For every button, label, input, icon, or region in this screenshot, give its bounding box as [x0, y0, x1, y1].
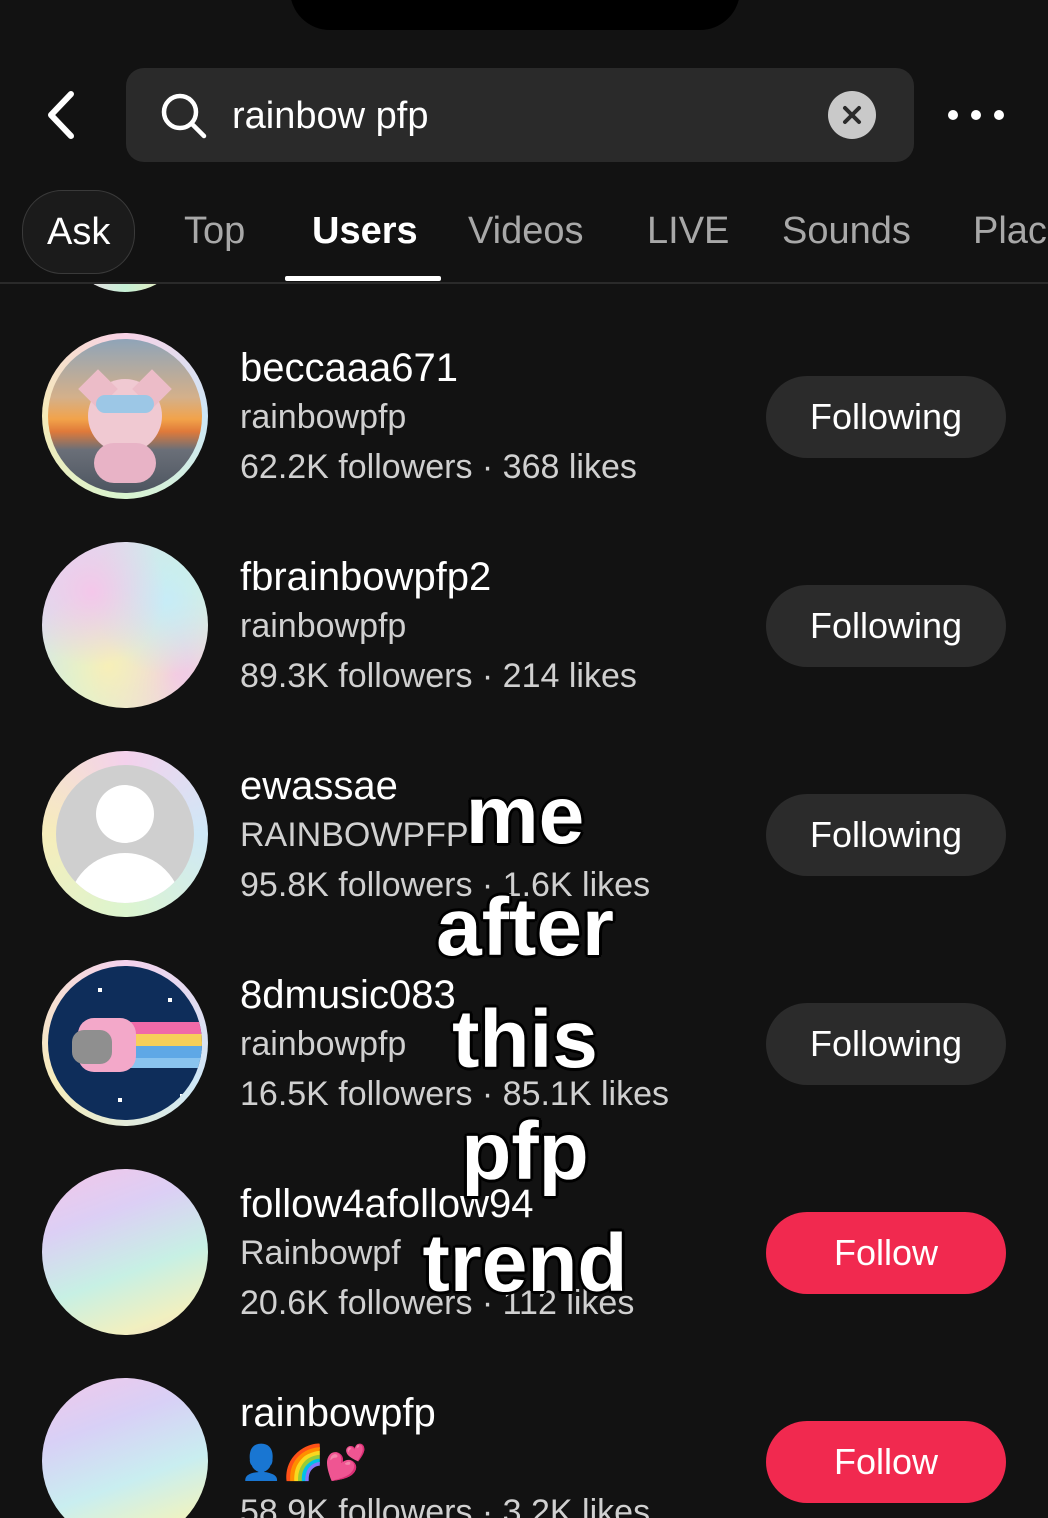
username: beccaaa671 [240, 346, 458, 390]
following-button[interactable]: Following [766, 1003, 1006, 1085]
user-bio: Rainbowpf [240, 1234, 401, 1272]
user-stats: 95.8K followers · 1.6K likes [240, 866, 651, 904]
avatar[interactable] [42, 960, 208, 1126]
back-button[interactable] [30, 85, 90, 145]
search-header [0, 60, 1048, 170]
avatar[interactable] [42, 1378, 208, 1518]
avatar[interactable] [42, 333, 208, 499]
tab-sounds[interactable]: Sounds [782, 186, 911, 280]
user-row[interactable]: beccaaa671 rainbowpfp 62.2K followers · … [0, 284, 1048, 499]
active-tab-indicator [285, 276, 441, 281]
user-bio: RAINBOWPFP [240, 816, 469, 854]
username: follow4afollow94 [240, 1182, 534, 1226]
user-bio: rainbowpfp [240, 398, 407, 436]
dot-icon [994, 110, 1004, 120]
avatar[interactable] [42, 1169, 208, 1335]
user-row[interactable]: fbrainbowpfp2 rainbowpfp 89.3K followers… [0, 493, 1048, 708]
tab-top[interactable]: Top [184, 186, 245, 280]
user-stats: 16.5K followers · 85.1K likes [240, 1075, 669, 1113]
tab-ask[interactable]: Ask [22, 190, 136, 274]
dot-icon [948, 110, 958, 120]
search-tabs: Ask Top Users Videos LIVE Sounds Plac [0, 186, 1048, 284]
tab-live[interactable]: LIVE [647, 186, 729, 280]
user-stats: 62.2K followers · 368 likes [240, 448, 637, 486]
tab-places[interactable]: Plac [973, 186, 1047, 280]
username: ewassae [240, 764, 398, 808]
dot-icon [971, 110, 981, 120]
device-notch [290, 0, 740, 30]
default-avatar-icon [56, 765, 194, 903]
user-results-list: beccaaa671 rainbowpfp 62.2K followers · … [0, 284, 1048, 1518]
user-stats: 20.6K followers · 112 likes [240, 1284, 635, 1322]
username: rainbowpfp [240, 1391, 436, 1435]
user-bio: 👤🌈💕 [240, 1444, 368, 1482]
following-button[interactable]: Following [766, 794, 1006, 876]
user-stats: 58.9K followers · 3.2K likes [240, 1493, 651, 1518]
user-row[interactable]: follow4afollow94 Rainbowpf 20.6K followe… [0, 1120, 1048, 1335]
close-icon [843, 106, 861, 124]
username: 8dmusic083 [240, 973, 456, 1017]
clear-search-button[interactable] [828, 91, 876, 139]
chevron-left-icon [48, 91, 74, 139]
avatar[interactable] [42, 542, 208, 708]
search-icon [161, 93, 207, 139]
following-button[interactable]: Following [766, 376, 1006, 458]
follow-button[interactable]: Follow [766, 1421, 1006, 1503]
tab-users[interactable]: Users [312, 186, 418, 280]
search-input[interactable] [230, 82, 914, 150]
user-row[interactable]: ewassae RAINBOWPFP 95.8K followers · 1.6… [0, 702, 1048, 917]
user-row[interactable]: rainbowpfp 👤🌈💕 58.9K followers · 3.2K li… [0, 1329, 1048, 1518]
more-options-button[interactable] [948, 90, 1004, 140]
user-bio: rainbowpfp [240, 1025, 407, 1063]
avatar[interactable] [42, 751, 208, 917]
user-row[interactable]: 8dmusic083 rainbowpfp 16.5K followers · … [0, 911, 1048, 1126]
following-button[interactable]: Following [766, 585, 1006, 667]
follow-button[interactable]: Follow [766, 1212, 1006, 1294]
username: fbrainbowpfp2 [240, 555, 492, 599]
search-bar[interactable] [126, 68, 914, 162]
user-stats: 89.3K followers · 214 likes [240, 657, 637, 695]
tab-videos[interactable]: Videos [468, 186, 584, 280]
user-bio: rainbowpfp [240, 607, 407, 645]
